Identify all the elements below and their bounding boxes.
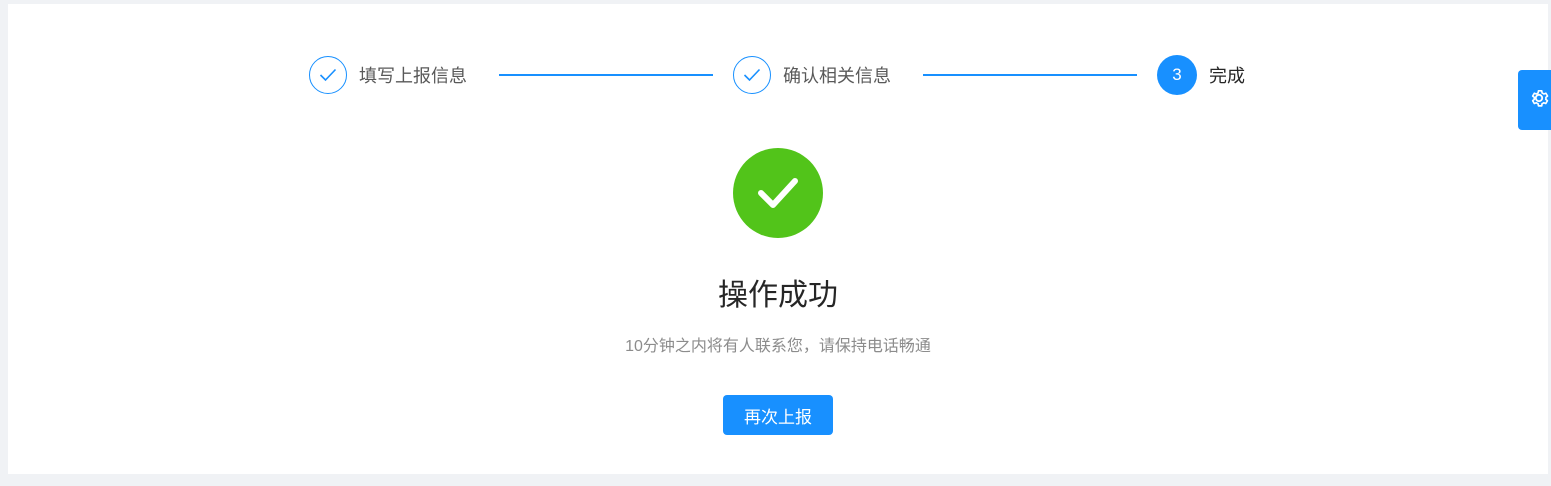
step-connector-1 — [499, 74, 713, 76]
gear-icon — [1528, 87, 1550, 114]
step-3: 3 完成 — [1157, 54, 1245, 96]
report-again-button[interactable]: 再次上报 — [723, 395, 833, 435]
result-subtitle: 10分钟之内将有人联系您，请保持电话畅通 — [625, 338, 931, 355]
step-2-label: 确认相关信息 — [783, 66, 891, 86]
step-3-label: 完成 — [1209, 66, 1245, 86]
step-1: 填写上报信息 — [309, 54, 467, 96]
step-1-label: 填写上报信息 — [359, 66, 467, 86]
success-check-icon — [733, 148, 823, 238]
result-title: 操作成功 — [718, 279, 838, 312]
result-card: 填写上报信息 确认相关信息 3 完成 操作成功 10分钟之内将有人联系您，请保持… — [8, 4, 1548, 474]
check-icon — [309, 56, 347, 94]
step-connector-2 — [923, 74, 1137, 76]
step-3-number: 3 — [1157, 55, 1197, 95]
steps-progress: 填写上报信息 确认相关信息 3 完成 — [8, 54, 1548, 96]
step-2: 确认相关信息 — [733, 54, 891, 96]
settings-drawer-toggle[interactable] — [1518, 70, 1551, 130]
check-icon — [733, 56, 771, 94]
